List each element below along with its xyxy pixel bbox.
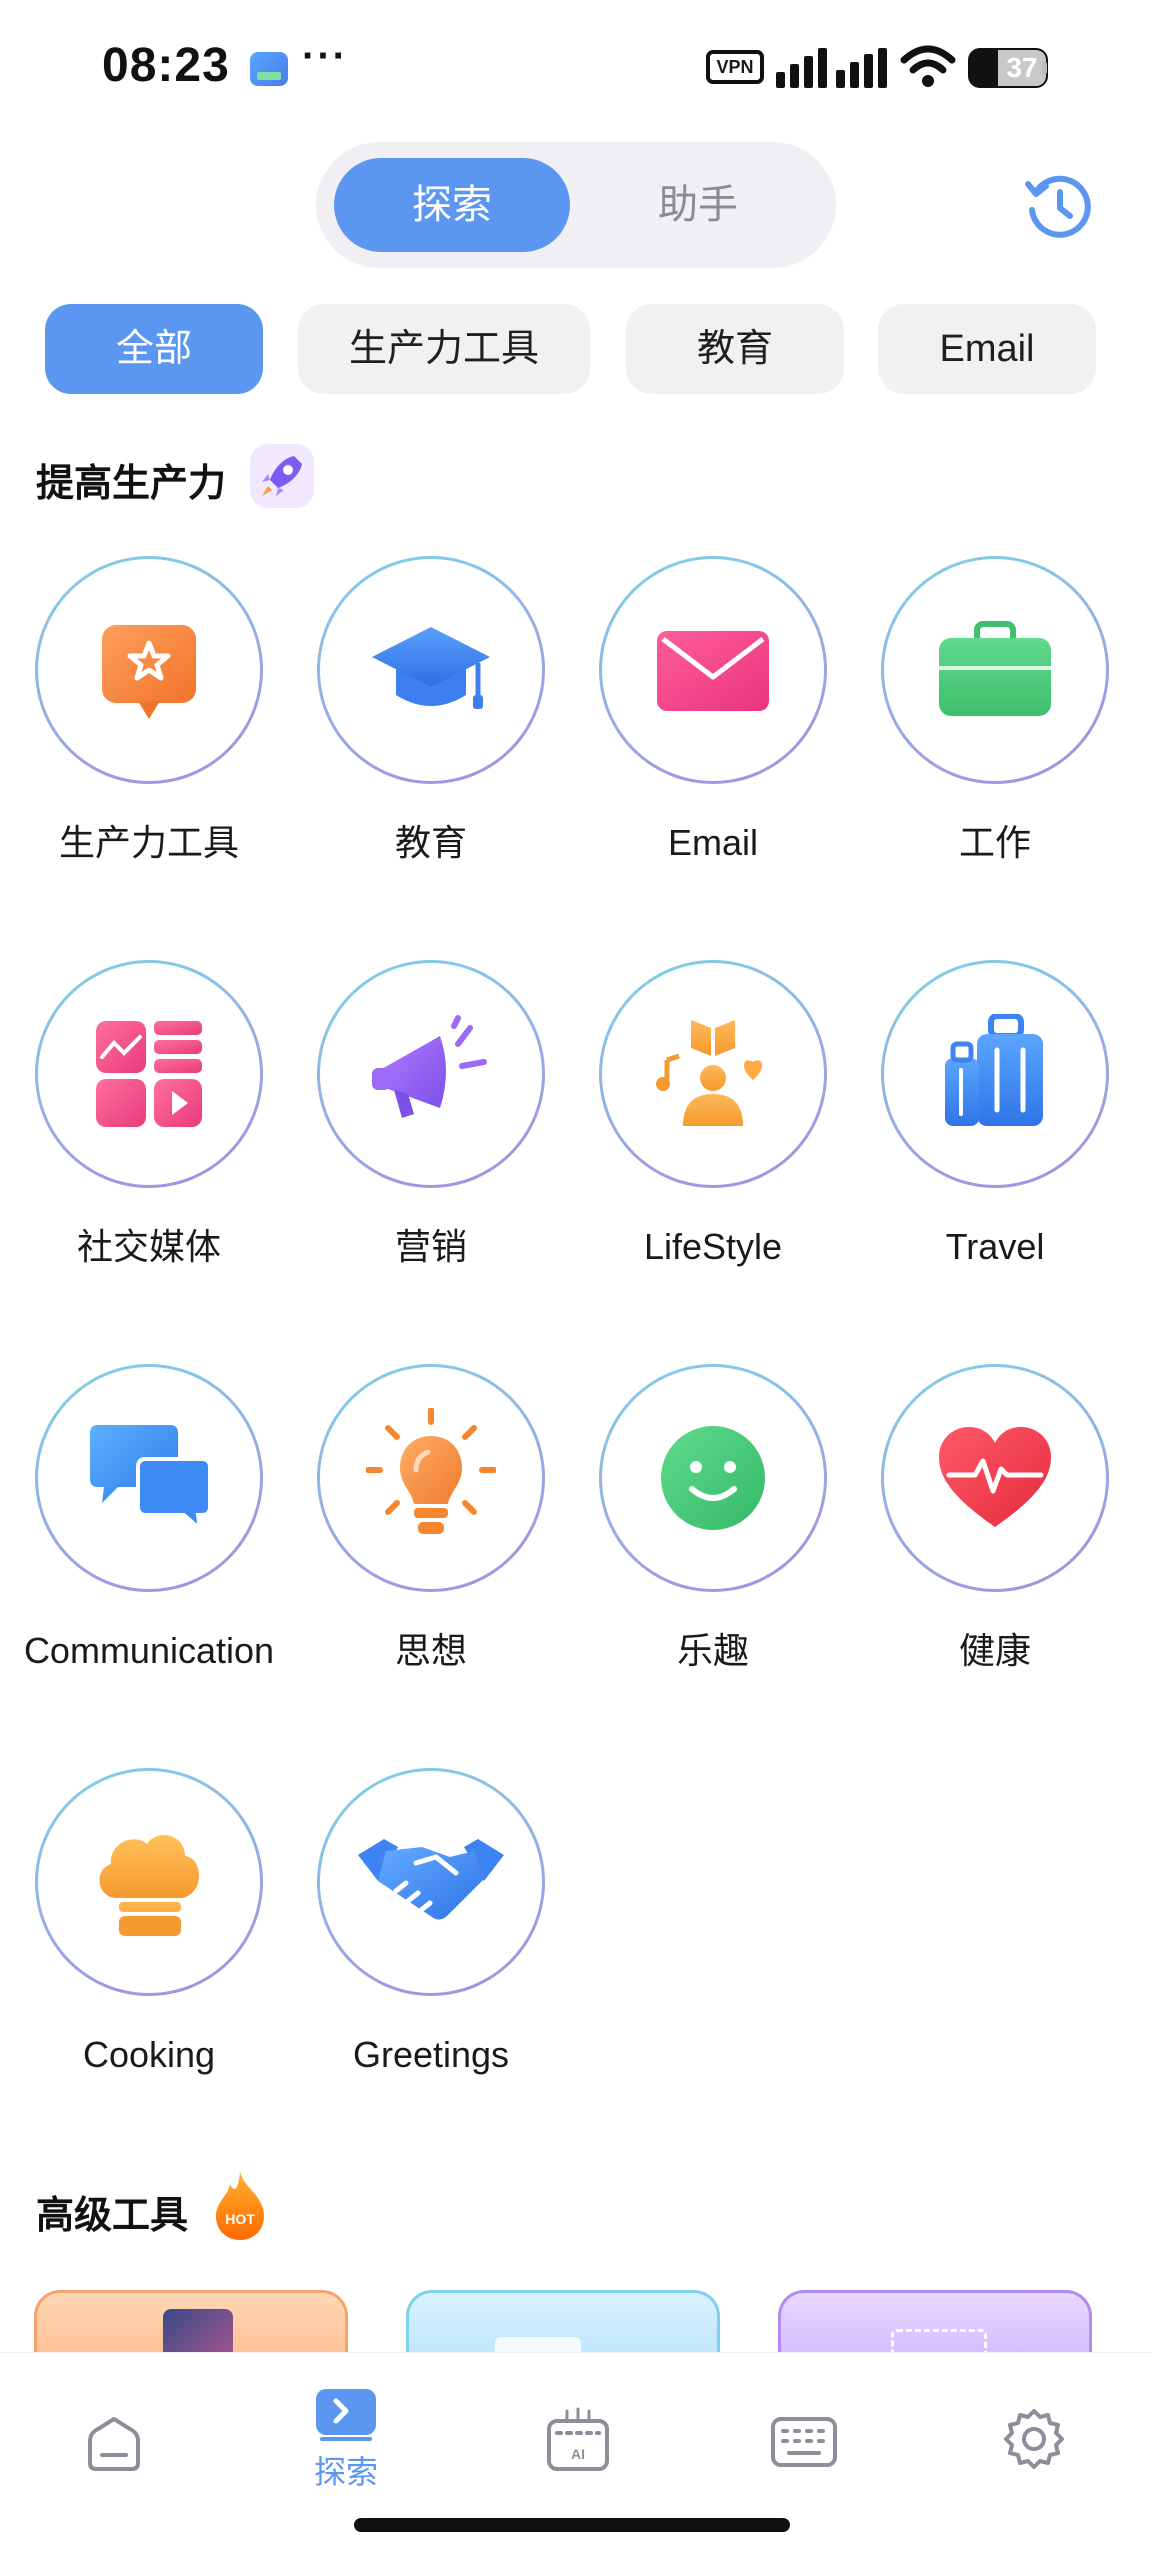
category-education[interactable]: 教育 bbox=[290, 556, 572, 864]
lightbulb-icon bbox=[366, 1408, 496, 1534]
category-circle bbox=[599, 960, 827, 1188]
rocket-icon bbox=[250, 444, 314, 508]
category-label: Travel bbox=[945, 1226, 1045, 1267]
nav-ai-keyboard[interactable]: AI bbox=[518, 2393, 638, 2513]
filter-chip-email[interactable]: Email bbox=[878, 304, 1096, 394]
nav-keyboard[interactable] bbox=[744, 2393, 864, 2513]
category-circle bbox=[35, 960, 263, 1188]
category-label: 健康 bbox=[958, 1630, 1031, 1671]
app-notification-icon bbox=[250, 52, 288, 86]
category-circle bbox=[599, 1364, 827, 1592]
keyboard-icon bbox=[771, 2417, 837, 2467]
category-label: 营销 bbox=[394, 1226, 467, 1267]
envelope-icon bbox=[657, 631, 769, 711]
category-circle bbox=[317, 1768, 545, 1996]
category-label: 生产力工具 bbox=[58, 822, 239, 863]
category-label: Cooking bbox=[82, 2034, 216, 2075]
tab-explore[interactable]: 探索 bbox=[334, 158, 570, 252]
megaphone-icon bbox=[372, 1015, 487, 1118]
briefcase-icon bbox=[939, 621, 1051, 716]
nav-explore-label: 探索 bbox=[313, 2454, 378, 2490]
category-travel[interactable]: Travel bbox=[854, 960, 1136, 1268]
lifestyle-icon bbox=[656, 1020, 763, 1126]
category-circle bbox=[881, 556, 1109, 784]
explore-icon bbox=[316, 2389, 376, 2441]
category-label: Communication bbox=[23, 1630, 275, 1671]
category-label: 工作 bbox=[958, 822, 1031, 863]
filter-chip-productivity[interactable]: 生产力工具 bbox=[298, 304, 590, 394]
handshake-icon bbox=[358, 1839, 504, 1920]
svg-text:AI: AI bbox=[571, 2446, 585, 2462]
wifi-icon bbox=[900, 45, 956, 87]
category-circle bbox=[599, 556, 827, 784]
category-lifestyle[interactable]: LifeStyle bbox=[572, 960, 854, 1268]
star-speech-bubble-icon bbox=[102, 625, 196, 719]
category-label: Email bbox=[667, 822, 759, 863]
battery-icon: 37 bbox=[968, 48, 1048, 88]
category-circle bbox=[35, 1364, 263, 1592]
category-health[interactable]: 健康 bbox=[854, 1364, 1136, 1672]
vpn-icon: VPN bbox=[706, 50, 764, 84]
history-icon[interactable] bbox=[1022, 170, 1094, 242]
category-label: Greetings bbox=[352, 2034, 510, 2075]
luggage-icon bbox=[945, 1014, 1043, 1126]
category-communication[interactable]: Communication bbox=[8, 1364, 290, 1672]
section-title-advanced: 高级工具 bbox=[36, 2195, 189, 2237]
smiley-icon bbox=[661, 1426, 765, 1530]
category-marketing[interactable]: 营销 bbox=[290, 960, 572, 1268]
category-label: 乐趣 bbox=[676, 1630, 749, 1671]
hot-badge-text: HOT bbox=[225, 2211, 255, 2227]
category-circle bbox=[317, 960, 545, 1188]
ai-keyboard-icon: AI bbox=[547, 2407, 609, 2471]
battery-level: 37 bbox=[998, 50, 1046, 86]
settings-icon bbox=[1004, 2409, 1064, 2469]
cellular-signal-icon bbox=[776, 46, 887, 88]
home-icon bbox=[88, 2417, 140, 2471]
category-label: LifeStyle bbox=[643, 1226, 783, 1267]
graduation-cap-icon bbox=[372, 627, 490, 709]
category-email[interactable]: Email bbox=[572, 556, 854, 864]
category-work[interactable]: 工作 bbox=[854, 556, 1136, 864]
category-label: 教育 bbox=[394, 822, 467, 863]
hot-flame-icon: HOT bbox=[216, 2172, 264, 2240]
section-title-productivity: 提高生产力 bbox=[36, 463, 227, 505]
category-fun[interactable]: 乐趣 bbox=[572, 1364, 854, 1672]
category-cooking[interactable]: Cooking bbox=[8, 1768, 290, 2076]
filter-chip-education[interactable]: 教育 bbox=[626, 304, 844, 394]
battery-cap bbox=[1042, 61, 1047, 75]
heart-pulse-icon bbox=[939, 1427, 1051, 1527]
status-time: 08:23 bbox=[102, 39, 230, 92]
category-circle bbox=[317, 556, 545, 784]
home-indicator bbox=[354, 2518, 790, 2532]
category-circle bbox=[881, 1364, 1109, 1592]
category-circle bbox=[881, 960, 1109, 1188]
chat-bubbles-icon bbox=[90, 1425, 212, 1533]
mode-switch: 探索 助手 bbox=[316, 142, 836, 268]
nav-explore[interactable]: 探索 bbox=[284, 2389, 408, 2513]
category-circle bbox=[35, 556, 263, 784]
category-circle bbox=[317, 1364, 545, 1592]
category-label: 思想 bbox=[394, 1630, 467, 1671]
chef-hat-icon bbox=[99, 1834, 199, 1936]
more-notifications-indicator: ··· bbox=[302, 34, 348, 78]
category-productivity[interactable]: 生产力工具 bbox=[8, 556, 290, 864]
status-bar: 08:23 ··· VPN 37 bbox=[0, 0, 1151, 140]
nav-settings[interactable] bbox=[974, 2393, 1094, 2513]
social-media-grid-icon bbox=[96, 1021, 202, 1127]
nav-home[interactable] bbox=[54, 2393, 174, 2513]
tab-assistant[interactable]: 助手 bbox=[580, 158, 816, 252]
category-social-media[interactable]: 社交媒体 bbox=[8, 960, 290, 1268]
category-circle bbox=[35, 1768, 263, 1996]
filter-chip-all[interactable]: 全部 bbox=[45, 304, 263, 394]
category-greetings[interactable]: Greetings bbox=[290, 1768, 572, 2076]
category-ideas[interactable]: 思想 bbox=[290, 1364, 572, 1672]
category-label: 社交媒体 bbox=[76, 1226, 221, 1267]
